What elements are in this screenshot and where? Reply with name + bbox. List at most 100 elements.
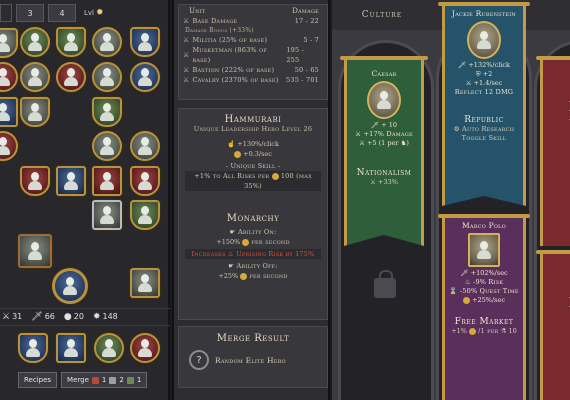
- hero-portrait[interactable]: [20, 27, 50, 57]
- gov-stat-text: Auto Research: [462, 125, 515, 133]
- merge-button[interactable]: Merge 1 2 1: [61, 372, 148, 388]
- tab-previous[interactable]: [0, 4, 12, 22]
- bust-icon: [0, 34, 10, 52]
- stat-item: ● 20: [64, 312, 84, 322]
- bust-icon: [64, 68, 78, 86]
- stat-text: +102%/sec: [470, 269, 508, 277]
- hero-portrait[interactable]: [92, 131, 122, 161]
- merge-result-content: ? Random Elite Hero: [179, 344, 327, 376]
- table-row: ⚔ Militia (25% of base) 5 - 7: [179, 35, 327, 45]
- stat-text: +2: [482, 70, 493, 78]
- ability-on-label: ☛ Ability On:: [179, 227, 327, 237]
- stat-value: 31: [12, 312, 23, 321]
- hero-portrait[interactable]: [130, 131, 160, 161]
- ability-text: Ability On:: [237, 228, 277, 236]
- banner-stat: 🗡 + 10: [347, 121, 421, 130]
- banner-stat: ⚔ +5 (1 per ♞): [359, 139, 409, 147]
- cursor-icon: ☝: [227, 140, 236, 148]
- bust-icon: [138, 172, 152, 190]
- hero-portrait[interactable]: [56, 166, 86, 196]
- table-row: ⚔ Cavalry (2370% of base) 535 - 701: [179, 75, 327, 85]
- banner-cloth: +1 +5 +1 C: [540, 60, 570, 246]
- hero-portrait[interactable]: [56, 62, 86, 92]
- hero-portrait[interactable]: [56, 27, 86, 57]
- level-sort[interactable]: Lvl ✹: [84, 4, 104, 22]
- bust-icon: [100, 33, 114, 51]
- hero-portrait[interactable]: [0, 28, 18, 58]
- bust-icon: [28, 68, 42, 86]
- hero-portrait[interactable]: [130, 200, 160, 230]
- hero-portrait[interactable]: [130, 62, 160, 92]
- merge-count: 2: [119, 376, 124, 384]
- hero-portrait[interactable]: [92, 27, 122, 57]
- orb-icon: ●: [63, 312, 72, 322]
- merge-slot[interactable]: [130, 333, 160, 363]
- damage-table-header: Unit Damage: [179, 5, 327, 16]
- merge-result-title: Merge Result: [216, 333, 290, 344]
- bust-icon: [64, 339, 78, 357]
- ability-on-value: +150% per second: [179, 237, 327, 247]
- research-icon: ⚗: [500, 327, 507, 335]
- bust-icon: [100, 206, 114, 224]
- banner-stat: ⚔ +1.4/sec: [445, 79, 523, 88]
- merge-slot[interactable]: [18, 333, 48, 363]
- hero-portrait[interactable]: [0, 62, 18, 92]
- hero-portrait[interactable]: [0, 131, 18, 161]
- hero-portrait[interactable]: [92, 97, 122, 127]
- level-label: Lvl: [84, 9, 94, 17]
- hero-portrait[interactable]: [20, 166, 50, 196]
- bust-icon: [64, 172, 78, 190]
- coin-icon: [469, 327, 477, 335]
- banner-cloth: Caesar 🗡 + 10 ⚔ +17% Damage ⚔ +5 (1 per …: [344, 60, 424, 246]
- ability-text: Ability Off:: [236, 262, 278, 270]
- stat-text: +5 (1 per: [366, 139, 399, 147]
- banner-stat: ♨ -9% Risk: [445, 278, 523, 287]
- sun-icon: ✹: [96, 8, 104, 18]
- bust-icon: [64, 33, 78, 51]
- hero-portrait[interactable]: [0, 97, 18, 127]
- stat-text: +25%/sec: [472, 296, 505, 304]
- hero-portrait[interactable]: [130, 27, 160, 57]
- hero-portrait[interactable]: [92, 166, 122, 196]
- merge-count: 1: [136, 376, 142, 384]
- hero-portrait[interactable]: [92, 200, 122, 230]
- bust-icon: [377, 91, 391, 109]
- merge-count: 1: [101, 376, 107, 384]
- banner-stat: +1: [543, 98, 570, 107]
- tab-4[interactable]: 4: [48, 4, 76, 22]
- bust-icon: [0, 103, 10, 121]
- sword-icon: ⚔: [355, 130, 362, 138]
- bust-icon: [28, 103, 42, 121]
- stat-text: +17% Damage: [363, 130, 413, 138]
- bust-icon: [0, 137, 10, 155]
- sword-icon: ⚔: [183, 51, 190, 59]
- hero-portrait[interactable]: [20, 62, 50, 92]
- row-label: Militia (25% of base): [192, 36, 268, 44]
- merge-label: Merge: [67, 376, 89, 384]
- stat-value: 148: [102, 312, 118, 321]
- hero-details: Hammurabi Unique Leadership Hero Level 2…: [178, 108, 328, 320]
- stat-text: +132%/click: [468, 61, 510, 69]
- stat-text: +1.4/sec: [473, 79, 503, 87]
- skill-heading: - Unique Skill -: [225, 162, 281, 170]
- banner-hero-name: Caesar: [371, 69, 397, 78]
- hero-portrait[interactable]: [18, 234, 52, 268]
- coin-icon: [463, 296, 470, 304]
- coin-icon: [240, 272, 248, 280]
- ability-value: +25%: [218, 272, 239, 280]
- recipes-button[interactable]: Recipes: [18, 372, 58, 388]
- merge-slot[interactable]: [56, 333, 86, 363]
- lock-icon: [374, 270, 396, 298]
- merge-slot[interactable]: [94, 333, 124, 363]
- army-stats: ⚔ 31 🗡 66 ● 20 ✸ 148: [0, 308, 170, 326]
- stat-item: ⚔ 31: [2, 312, 22, 322]
- banner-stat: +5: [543, 303, 570, 312]
- hero-portrait[interactable]: [130, 268, 160, 298]
- hero-portrait[interactable]: [92, 62, 122, 92]
- hero-portrait-selected[interactable]: [52, 268, 88, 304]
- shield-icon: ⛨: [475, 70, 481, 78]
- hand-icon: ☛: [228, 262, 235, 270]
- hero-portrait[interactable]: [20, 97, 50, 127]
- hero-portrait[interactable]: [130, 166, 160, 196]
- tab-3[interactable]: 3: [16, 4, 44, 22]
